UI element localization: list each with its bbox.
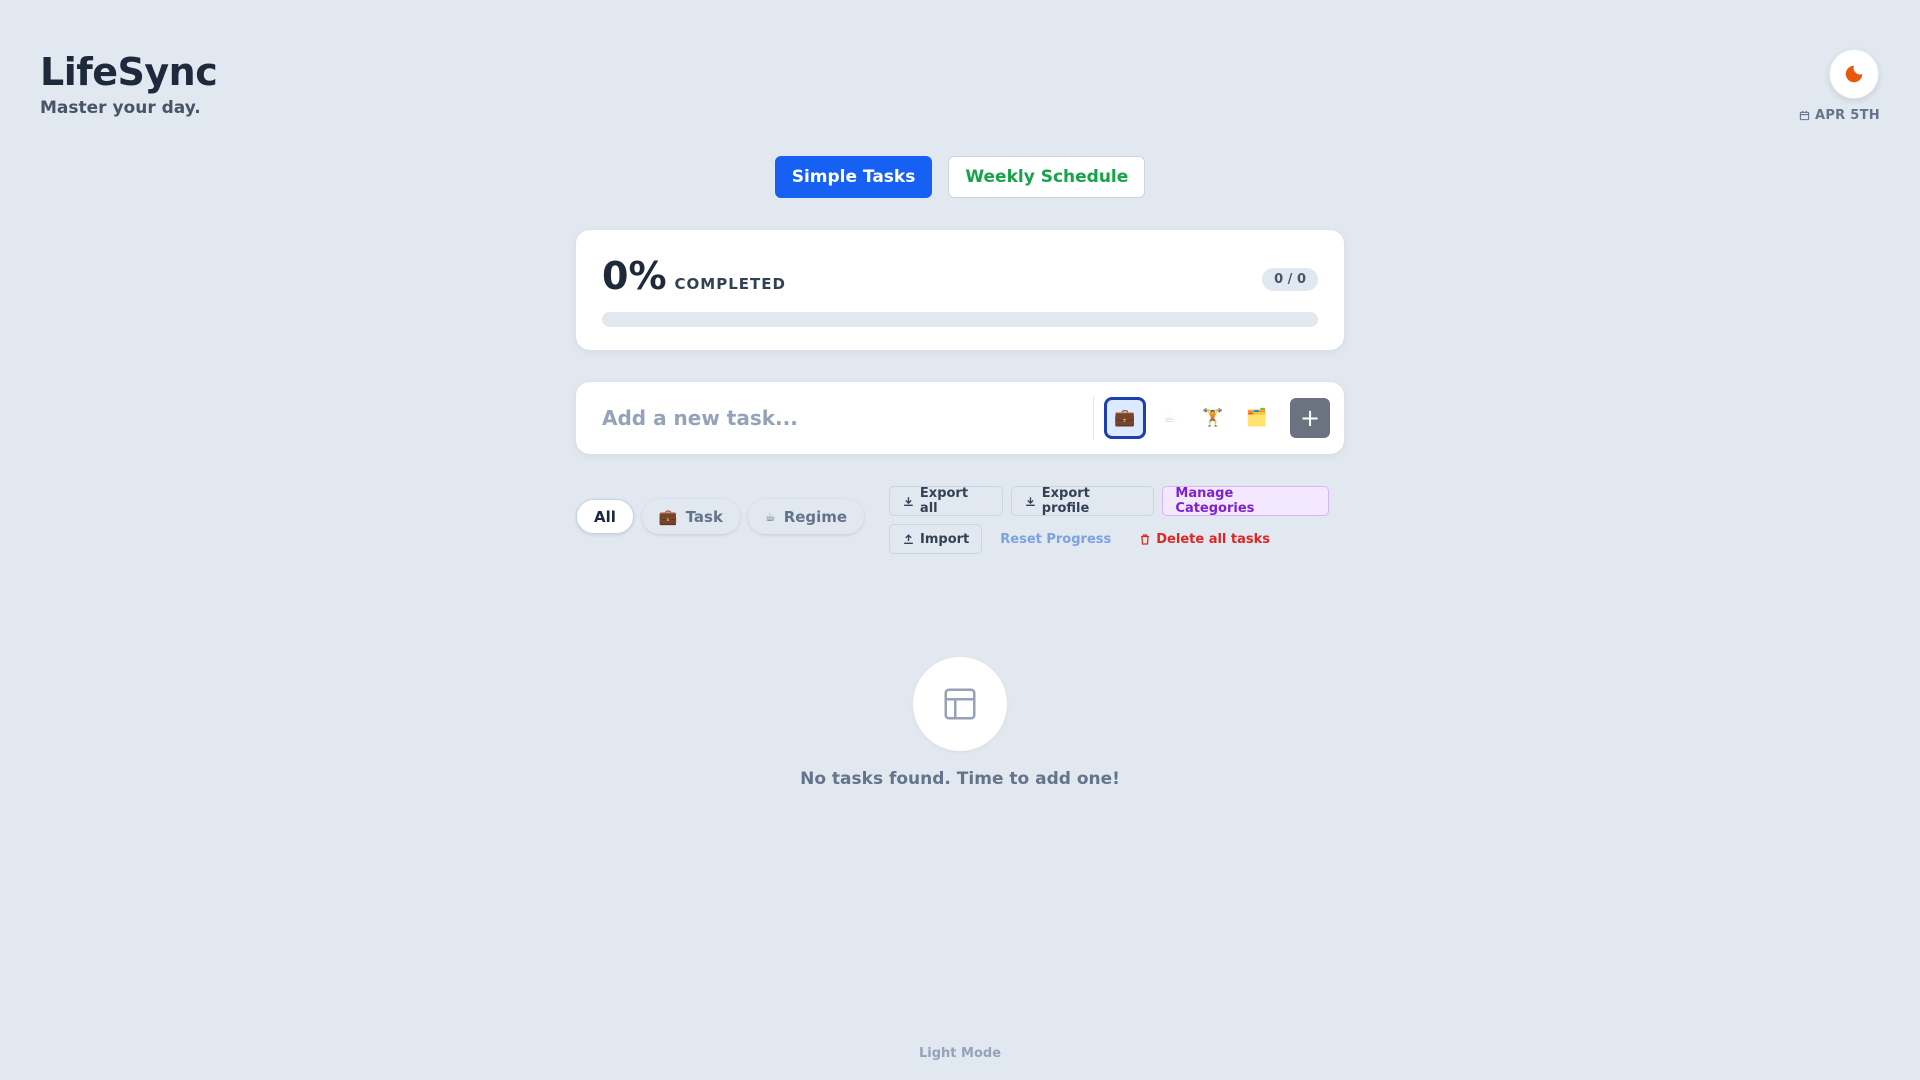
task-actions: Export all Export profile Manage Categor…: [889, 486, 1329, 562]
empty-state-badge: [913, 657, 1007, 751]
export-profile-button[interactable]: Export profile: [1010, 486, 1155, 516]
weightlifting-icon: 🏋: [1202, 408, 1224, 428]
tab-weekly-schedule[interactable]: Weekly Schedule: [948, 156, 1146, 198]
filter-label: Regime: [783, 507, 848, 526]
app-tagline: Master your day.: [40, 98, 201, 118]
delete-all-label: Delete all tasks: [1156, 531, 1271, 547]
import-button[interactable]: Import: [889, 524, 983, 554]
tab-simple-tasks[interactable]: Simple Tasks: [774, 156, 933, 198]
category-fitness-button[interactable]: 🏋: [1192, 397, 1234, 439]
progress-percent: 0%: [602, 254, 667, 298]
filter-regime[interactable]: ☕ Regime: [747, 499, 865, 534]
trash-icon: [1141, 533, 1150, 545]
category-filters: All 💼 Task ☕ Regime: [576, 499, 865, 534]
reset-progress-label: Reset Progress: [1000, 531, 1112, 547]
mode-tabs: Simple Tasks Weekly Schedule: [0, 156, 1920, 198]
coffee-icon: ☕: [764, 509, 776, 524]
export-all-label: Export all: [919, 486, 969, 516]
progress-count-badge: 0 / 0: [1262, 268, 1318, 291]
delete-all-button[interactable]: Delete all tasks: [1129, 524, 1280, 554]
upload-icon: [904, 533, 913, 544]
import-label: Import: [920, 531, 970, 547]
category-misc-button[interactable]: 🗂️: [1236, 397, 1278, 439]
app-root: LifeSync Master your day. APR 5TH Simple…: [0, 0, 1920, 1080]
briefcase-icon: 💼: [1114, 408, 1136, 428]
divider: [1093, 396, 1094, 440]
category-work-button[interactable]: 💼: [1104, 397, 1146, 439]
export-all-button[interactable]: Export all: [889, 486, 1003, 516]
task-input-card: 💼 ☕ 🏋 🗂️ +: [576, 382, 1344, 454]
date-text: APR 5TH: [1814, 108, 1880, 123]
reset-progress-button[interactable]: Reset Progress: [990, 524, 1121, 554]
filter-task[interactable]: 💼 Task: [641, 499, 740, 534]
filter-label: Task: [685, 507, 723, 526]
coffee-icon: ☕: [1163, 410, 1175, 426]
app-title: LifeSync: [40, 50, 218, 94]
date-display: APR 5TH: [1799, 108, 1880, 123]
download-icon: [904, 496, 913, 506]
layout-icon: [944, 688, 976, 720]
empty-state-message: No tasks found. Time to add one!: [800, 769, 1120, 789]
new-task-input[interactable]: [602, 406, 1093, 430]
brand: LifeSync Master your day.: [40, 50, 218, 118]
category-regime-button[interactable]: ☕: [1148, 397, 1190, 439]
calendar-icon: [1799, 110, 1810, 121]
theme-mode-label: Light Mode: [918, 1046, 1002, 1061]
download-icon: [1025, 496, 1035, 506]
card-index-icon: 🗂️: [1246, 408, 1268, 428]
filter-all[interactable]: All: [576, 499, 634, 534]
manage-categories-button[interactable]: Manage Categories: [1162, 486, 1329, 516]
export-profile-label: Export profile: [1041, 486, 1090, 516]
moon-icon: [1845, 65, 1863, 83]
empty-state: No tasks found. Time to add one!: [0, 657, 1920, 789]
plus-icon: +: [1299, 404, 1321, 432]
manage-categories-label: Manage Categories: [1175, 486, 1255, 516]
filter-label: All: [594, 507, 616, 526]
add-task-button[interactable]: +: [1290, 398, 1330, 438]
briefcase-icon: 💼: [658, 507, 678, 526]
progress-label: COMPLETED: [674, 275, 786, 293]
progress-card: 0% COMPLETED 0 / 0: [576, 230, 1344, 350]
theme-toggle-button[interactable]: [1829, 49, 1879, 99]
progress-bar: [602, 312, 1318, 327]
